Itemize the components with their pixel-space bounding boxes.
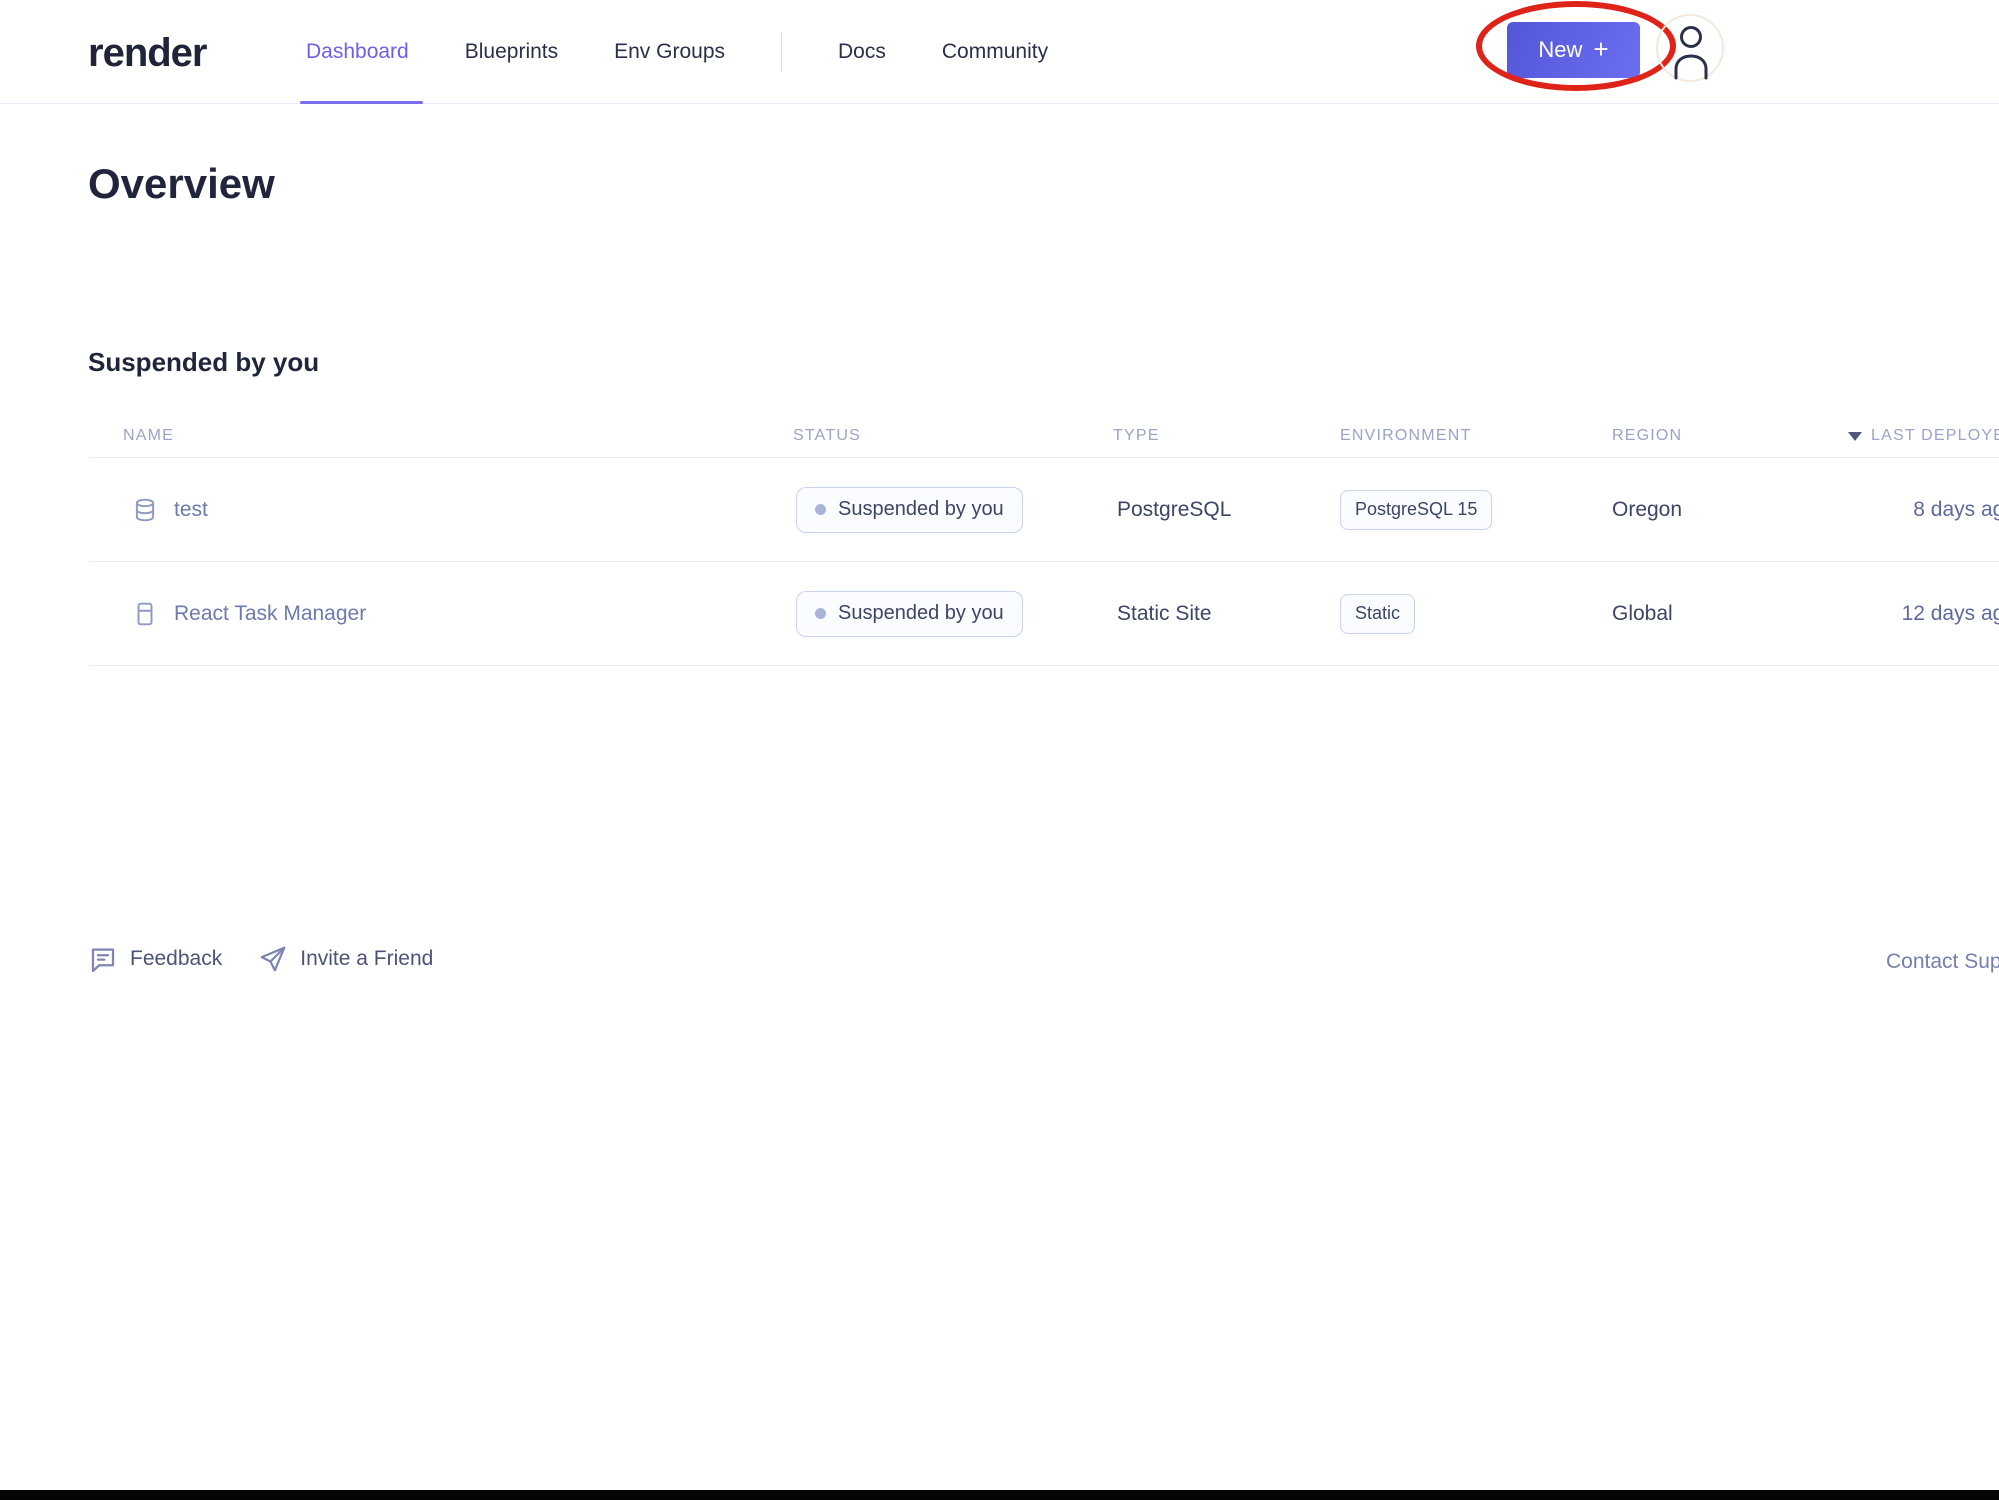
type-cell: PostgreSQL	[1108, 498, 1335, 522]
column-header-last-deploy[interactable]: LAST DEPLOYED	[1845, 427, 1999, 445]
environment-cell: Static	[1335, 594, 1607, 634]
table-row[interactable]: test Suspended by you PostgreSQL Postgre…	[88, 458, 1999, 562]
service-name-link[interactable]: test	[174, 498, 208, 522]
column-header-label: LAST DEPLOYED	[1871, 427, 1999, 445]
status-badge: Suspended by you	[796, 591, 1023, 637]
status-dot-icon	[815, 504, 826, 515]
column-header-region[interactable]: REGION	[1607, 427, 1845, 445]
top-navigation-bar: render Dashboard Blueprints Env Groups D…	[0, 0, 1999, 104]
sort-desc-icon	[1848, 432, 1862, 441]
status-dot-icon	[815, 608, 826, 619]
nav-item-label: Dashboard	[306, 40, 409, 64]
status-cell: Suspended by you	[788, 591, 1108, 637]
status-label: Suspended by you	[838, 498, 1004, 521]
static-site-icon	[132, 601, 158, 627]
nav-item-label: Env Groups	[614, 40, 725, 64]
status-badge: Suspended by you	[796, 487, 1023, 533]
environment-badge: PostgreSQL 15	[1340, 490, 1492, 530]
nav-item-label: Docs	[838, 40, 886, 64]
service-name-link[interactable]: React Task Manager	[174, 602, 366, 626]
environment-badge: Static	[1340, 594, 1415, 634]
status-label: Suspended by you	[838, 602, 1004, 625]
status-cell: Suspended by you	[788, 487, 1108, 533]
render-dashboard-screen: render Dashboard Blueprints Env Groups D…	[0, 0, 1999, 1500]
environment-cell: PostgreSQL 15	[1335, 490, 1607, 530]
column-header-name[interactable]: NAME	[88, 427, 788, 445]
nav-item-blueprints[interactable]: Blueprints	[465, 0, 558, 104]
footer-links: Feedback Invite a Friend	[88, 944, 433, 974]
person-icon	[1672, 24, 1710, 82]
new-button[interactable]: New +	[1507, 22, 1640, 78]
last-deploy-cell: 8 days ago	[1913, 498, 1999, 522]
plus-icon: +	[1593, 36, 1608, 62]
column-header-status[interactable]: STATUS	[788, 427, 1108, 445]
nav-item-label: Blueprints	[465, 40, 558, 64]
contact-support-link[interactable]: Contact Support	[1886, 950, 1999, 974]
invite-friend-label: Invite a Friend	[300, 947, 433, 971]
page-title: Overview	[88, 160, 275, 208]
type-cell: Static Site	[1108, 602, 1335, 626]
name-cell: React Task Manager	[88, 601, 788, 627]
name-cell: test	[88, 497, 788, 523]
nav-item-dashboard[interactable]: Dashboard	[306, 0, 409, 104]
paper-plane-icon	[258, 944, 288, 974]
column-header-environment[interactable]: ENVIRONMENT	[1335, 427, 1607, 445]
last-deploy-cell: 12 days ago	[1902, 602, 1999, 626]
services-table: NAME STATUS TYPE ENVIRONMENT REGION LAST…	[88, 415, 1999, 666]
region-cell: Global	[1607, 602, 1845, 626]
invite-friend-link[interactable]: Invite a Friend	[258, 944, 433, 974]
feedback-label: Feedback	[130, 947, 222, 971]
column-header-type[interactable]: TYPE	[1108, 427, 1335, 445]
region-cell: Oregon	[1607, 498, 1845, 522]
new-button-label: New	[1538, 37, 1582, 63]
table-header-row: NAME STATUS TYPE ENVIRONMENT REGION LAST…	[88, 415, 1999, 458]
nav-item-community[interactable]: Community	[942, 0, 1048, 104]
database-icon	[132, 497, 158, 523]
render-logo[interactable]: render	[88, 31, 207, 76]
nav-item-label: Community	[942, 40, 1048, 64]
nav-divider	[781, 32, 782, 72]
primary-nav: Dashboard Blueprints Env Groups Docs Com…	[306, 0, 1048, 104]
window-bottom-edge	[0, 1490, 1999, 1500]
feedback-link[interactable]: Feedback	[88, 944, 222, 974]
nav-item-env-groups[interactable]: Env Groups	[614, 0, 725, 104]
account-button[interactable]	[1672, 24, 1710, 82]
feedback-bubble-icon	[88, 944, 118, 974]
nav-item-docs[interactable]: Docs	[838, 0, 886, 104]
section-title: Suspended by you	[88, 347, 319, 378]
table-row[interactable]: React Task Manager Suspended by you Stat…	[88, 562, 1999, 666]
